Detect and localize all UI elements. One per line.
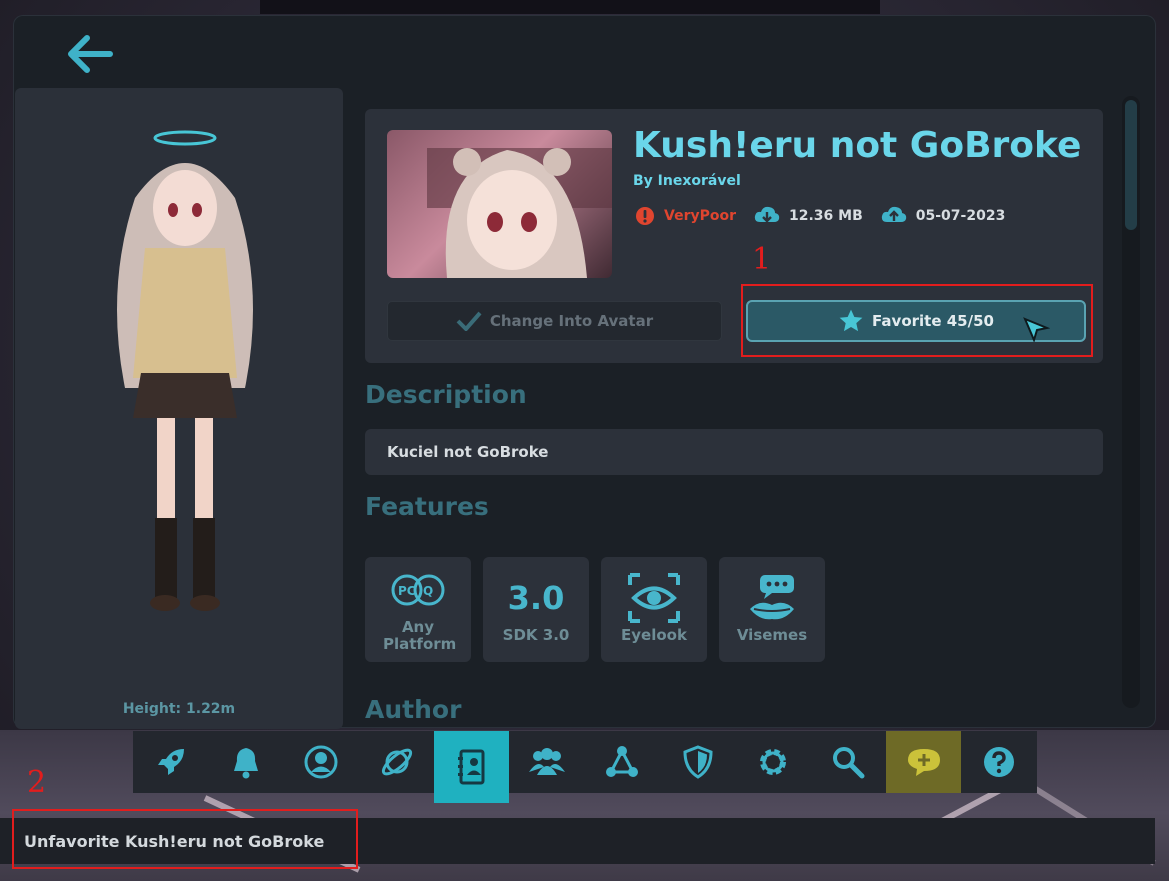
- svg-text:PC: PC: [398, 584, 416, 598]
- nav-chat[interactable]: [885, 731, 962, 793]
- nav-groups[interactable]: [585, 731, 660, 793]
- nav-launch[interactable]: [133, 731, 208, 793]
- pc-quest-icon: PC Q: [389, 567, 447, 613]
- avatar-thumbnail-image: [427, 148, 612, 278]
- nav-profile[interactable]: [284, 731, 359, 793]
- bell-icon: [233, 748, 258, 779]
- avatar-height: Height: 1.22m: [122, 701, 236, 717]
- avatar-title: Kush!eru not GoBroke: [633, 125, 1082, 166]
- shield-icon: [683, 745, 713, 779]
- user-icon: [304, 745, 338, 779]
- nav-settings[interactable]: [735, 731, 810, 793]
- feature-label: Eyelook: [621, 626, 687, 645]
- file-size: 12.36 MB: [754, 206, 863, 226]
- arrow-left-icon: [68, 35, 113, 73]
- help-icon: [983, 747, 1014, 777]
- description-text: Kuciel not GoBroke: [365, 429, 1103, 475]
- search-icon: [833, 747, 865, 779]
- upload-date: 05-07-2023: [881, 206, 1006, 226]
- details-content: Kush!eru not GoBroke By Inexorável VeryP…: [365, 88, 1110, 728]
- checkmark-icon: [456, 311, 482, 331]
- cloud-upload-icon: [881, 206, 906, 222]
- cloud-download-icon: [754, 206, 780, 223]
- people-icon: [529, 748, 566, 775]
- upload-date-value: 05-07-2023: [915, 208, 1006, 224]
- chat-add-icon: [907, 749, 940, 776]
- avatar-model-image: [117, 130, 253, 611]
- file-size-value: 12.36 MB: [789, 208, 863, 224]
- rocket-icon: [157, 749, 184, 775]
- avatar-meta: VeryPoor 12.36 MB 05-07-2023: [635, 203, 1013, 229]
- environment-top-bar: [260, 0, 880, 14]
- avatar-card-icon: [457, 749, 485, 785]
- visemes-icon: [746, 575, 798, 621]
- feature-label: Any Platform: [383, 618, 457, 653]
- svg-text:Q: Q: [423, 584, 433, 598]
- feature-label: SDK 3.0: [502, 626, 570, 645]
- annotation-number-1: 1: [752, 242, 772, 277]
- change-into-avatar-button[interactable]: Change Into Avatar: [387, 301, 722, 341]
- planet-icon: [381, 748, 412, 776]
- feature-label: Visemes: [736, 626, 808, 645]
- nav-notifications[interactable]: [208, 731, 283, 793]
- change-into-avatar-label: Change Into Avatar: [489, 312, 654, 330]
- scrollbar-thumb[interactable]: [1125, 100, 1137, 230]
- nav-safety[interactable]: [660, 731, 735, 793]
- avatar-thumbnail: [387, 130, 612, 278]
- avatar-info-card: Kush!eru not GoBroke By Inexorável VeryP…: [365, 109, 1103, 363]
- performance-label: VeryPoor: [664, 208, 736, 224]
- nav-social[interactable]: [509, 731, 584, 793]
- eye-icon: [628, 573, 680, 624]
- nav-avatars[interactable]: [434, 731, 510, 803]
- feature-any-platform: PC Q Any Platform: [365, 557, 471, 662]
- avatar-author[interactable]: By Inexorável: [633, 173, 741, 189]
- nav-worlds[interactable]: [359, 731, 434, 793]
- feature-sdk: 3.0 SDK 3.0: [483, 557, 589, 662]
- feature-visemes: Visemes: [719, 557, 825, 662]
- avatar-preview[interactable]: Height: 1.22m: [15, 88, 343, 729]
- description-heading: Description: [365, 380, 527, 409]
- annotation-box-status: [12, 809, 358, 869]
- back-button[interactable]: [64, 34, 116, 74]
- network-icon: [606, 746, 639, 777]
- features-list: PC Q Any Platform 3.0 SDK 3.0 Eyelook Vi…: [365, 557, 825, 662]
- quick-menu-nav: [133, 731, 1037, 803]
- gear-icon: [760, 749, 787, 775]
- performance-rating: VeryPoor: [635, 206, 736, 226]
- nav-help[interactable]: [961, 731, 1036, 793]
- annotation-number-2: 2: [27, 765, 47, 800]
- author-heading: Author: [365, 695, 462, 724]
- sdk-icon: 3.0: [507, 578, 565, 617]
- nav-search[interactable]: [811, 731, 886, 793]
- content-scrollbar[interactable]: [1122, 96, 1140, 708]
- annotation-box-favorite: [741, 284, 1093, 357]
- feature-eyelook: Eyelook: [601, 557, 707, 662]
- warning-circle-icon: [636, 207, 654, 225]
- features-heading: Features: [365, 492, 489, 521]
